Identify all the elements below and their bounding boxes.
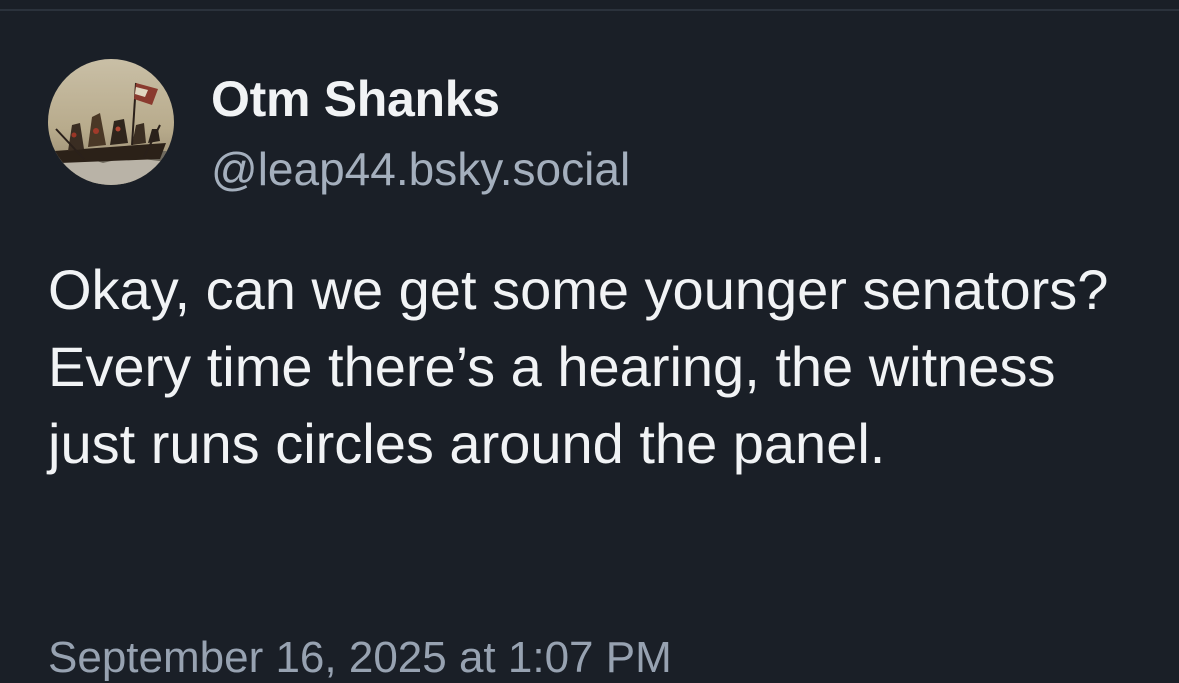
- post-card: Otm Shanks @leap44.bsky.social Okay, can…: [0, 0, 1179, 682]
- post-timestamp[interactable]: September 16, 2025 at 1:07 PM: [48, 633, 672, 683]
- author-display-name[interactable]: Otm Shanks: [211, 70, 500, 128]
- post-text: Okay, can we get some younger senators? …: [48, 258, 1109, 475]
- painting-avatar-icon: [48, 59, 174, 185]
- author-avatar[interactable]: [48, 59, 174, 185]
- author-handle[interactable]: @leap44.bsky.social: [211, 142, 630, 196]
